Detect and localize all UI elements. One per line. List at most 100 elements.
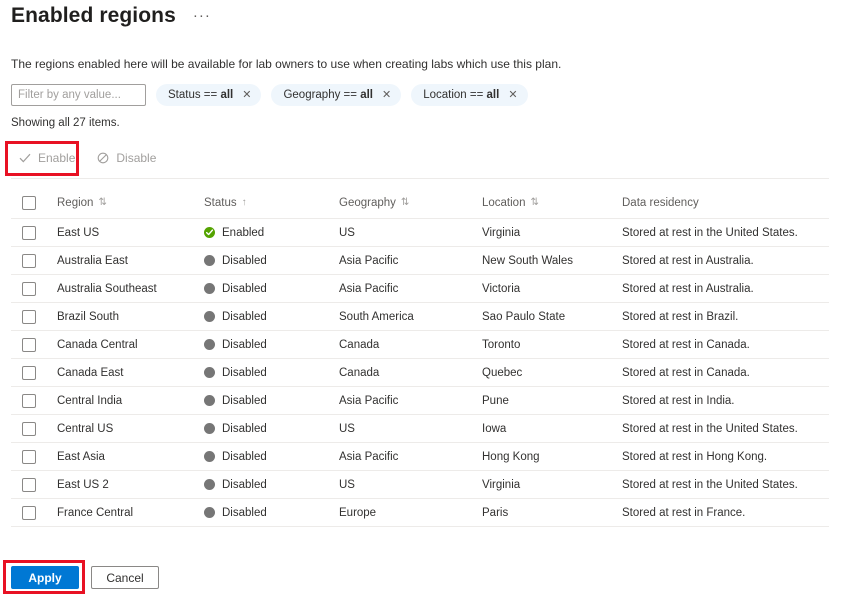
cell-status-label: Disabled: [222, 283, 267, 295]
sort-ascending-icon: ↑: [242, 197, 247, 208]
sort-icon: ⇅: [98, 197, 106, 208]
filter-bar: Status == all ✕ Geography == all ✕ Locat…: [11, 84, 528, 106]
table-row[interactable]: Central USDisabledUSIowaStored at rest i…: [11, 415, 829, 443]
table-row[interactable]: Australia EastDisabledAsia PacificNew So…: [11, 247, 829, 275]
row-select-cell: [11, 254, 57, 268]
cell-location: Paris: [482, 507, 622, 519]
cell-status-label: Disabled: [222, 423, 267, 435]
cell-status-label: Disabled: [222, 311, 267, 323]
cell-region: Central India: [57, 395, 204, 407]
cell-status: Disabled: [204, 395, 339, 407]
block-icon: [97, 152, 109, 164]
row-select-cell: [11, 506, 57, 520]
cell-status-label: Disabled: [222, 255, 267, 267]
cell-status: Disabled: [204, 311, 339, 323]
table-row[interactable]: France CentralDisabledEuropeParisStored …: [11, 499, 829, 527]
table-row[interactable]: Canada EastDisabledCanadaQuebecStored at…: [11, 359, 829, 387]
gray-circle-icon: [204, 339, 215, 350]
row-checkbox[interactable]: [22, 282, 36, 296]
column-header-geography[interactable]: Geography⇅: [339, 197, 482, 209]
table-row[interactable]: Brazil South Disabled South AmericaSao Pau…: [11, 303, 829, 331]
row-select-cell: [11, 450, 57, 464]
cell-data-residency: Stored at rest in the United States.: [622, 479, 829, 491]
gray-circle-icon: [204, 507, 215, 518]
cell-geography: Canada: [339, 339, 482, 351]
row-select-cell: [11, 310, 57, 324]
cell-status: Disabled: [204, 283, 339, 295]
table-row[interactable]: Central IndiaDisabledAsia PacificPuneSto…: [11, 387, 829, 415]
filter-input[interactable]: [11, 84, 146, 106]
cell-location: Toronto: [482, 339, 622, 351]
cell-status: Disabled: [204, 367, 339, 379]
row-checkbox[interactable]: [22, 366, 36, 380]
cell-geography: Europe: [339, 507, 482, 519]
cell-region: East US 2: [57, 479, 204, 491]
row-select-cell: [11, 422, 57, 436]
table-row[interactable]: Canada CentralDisabledCanadaTorontoStore…: [11, 331, 829, 359]
cell-data-residency: Stored at rest in India.: [622, 395, 829, 407]
cell-status-label: Disabled: [222, 479, 267, 491]
filter-pill-status[interactable]: Status == all ✕: [156, 84, 261, 106]
gray-circle-icon: [204, 479, 215, 490]
cell-geography: Canada: [339, 367, 482, 379]
cell-data-residency: Stored at rest in Canada.: [622, 367, 829, 379]
filter-pill-geography[interactable]: Geography == all ✕: [271, 84, 401, 106]
column-header-region[interactable]: Region⇅: [57, 197, 204, 209]
cell-data-residency: Stored at rest in the United States.: [622, 423, 829, 435]
gray-circle-icon: [204, 451, 215, 462]
cell-data-residency: Stored at rest in Brazil.: [622, 311, 829, 323]
table-row[interactable]: East AsiaDisabledAsia PacificHong KongSt…: [11, 443, 829, 471]
table-row[interactable]: East USEnabledUSVirginiaStored at rest i…: [11, 219, 829, 247]
cell-data-residency: Stored at rest in Australia.: [622, 283, 829, 295]
table-header-row: Region⇅ Status↑ Geography⇅ Location⇅ Dat…: [11, 188, 829, 219]
table-row[interactable]: East US 2DisabledUSVirginiaStored at res…: [11, 471, 829, 499]
row-checkbox[interactable]: [22, 254, 36, 268]
cancel-button[interactable]: Cancel: [91, 566, 159, 589]
column-header-location[interactable]: Location⇅: [482, 197, 622, 209]
cell-geography: Asia Pacific: [339, 395, 482, 407]
cell-geography: South America: [339, 311, 482, 323]
cell-region: Brazil South: [57, 311, 204, 323]
cell-location: Sao Paulo State: [482, 311, 622, 323]
apply-button[interactable]: Apply: [11, 566, 79, 589]
row-checkbox[interactable]: [22, 394, 36, 408]
row-checkbox[interactable]: [22, 338, 36, 352]
cell-status: Disabled: [204, 507, 339, 519]
table-row[interactable]: Australia SoutheastDisabledAsia PacificV…: [11, 275, 829, 303]
select-all-checkbox[interactable]: [22, 196, 36, 210]
cell-status-label: Disabled: [222, 367, 267, 379]
row-checkbox[interactable]: [22, 422, 36, 436]
more-options-icon[interactable]: ···: [190, 8, 214, 24]
column-header-geography-label: Geography: [339, 197, 396, 209]
cell-status: Disabled: [204, 339, 339, 351]
cell-location: Virginia: [482, 227, 622, 239]
regions-table: Region⇅ Status↑ Geography⇅ Location⇅ Dat…: [11, 188, 829, 527]
page-header: Enabled regions ···: [11, 2, 214, 30]
cell-geography: US: [339, 479, 482, 491]
disable-button[interactable]: Disable: [89, 146, 164, 170]
close-icon[interactable]: ✕: [508, 90, 517, 101]
column-header-data-residency[interactable]: Data residency: [622, 197, 829, 209]
cell-location: Iowa: [482, 423, 622, 435]
cell-status-label: Disabled: [222, 395, 267, 407]
cell-region: Central US: [57, 423, 204, 435]
close-icon[interactable]: ✕: [242, 90, 251, 101]
row-checkbox[interactable]: [22, 478, 36, 492]
row-checkbox[interactable]: [22, 226, 36, 240]
row-checkbox[interactable]: [22, 310, 36, 324]
row-checkbox[interactable]: [22, 450, 36, 464]
row-select-cell: [11, 282, 57, 296]
row-checkbox[interactable]: [22, 506, 36, 520]
row-select-cell: [11, 366, 57, 380]
cell-location: Victoria: [482, 283, 622, 295]
filter-pill-location[interactable]: Location == all ✕: [411, 84, 527, 106]
enable-button[interactable]: Enable: [11, 146, 83, 170]
cell-region: Australia East: [57, 255, 204, 267]
cell-data-residency: Stored at rest in Australia.: [622, 255, 829, 267]
cell-data-residency: Stored at rest in Hong Kong.: [622, 451, 829, 463]
cell-region: East Asia: [57, 451, 204, 463]
column-header-status[interactable]: Status↑: [204, 197, 339, 209]
close-icon[interactable]: ✕: [382, 90, 391, 101]
cell-data-residency: Stored at rest in Canada.: [622, 339, 829, 351]
disable-button-label: Disable: [116, 151, 156, 165]
